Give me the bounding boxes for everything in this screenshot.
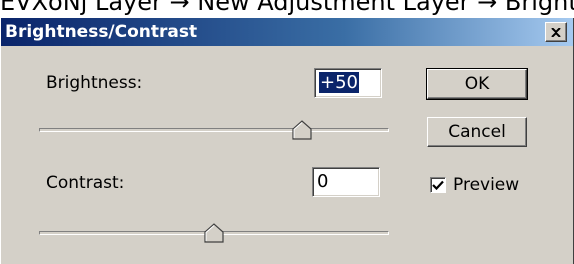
check-icon: [432, 180, 444, 190]
preview-checkbox[interactable]: [430, 177, 446, 193]
cancel-button[interactable]: Cancel: [427, 117, 527, 147]
title-bar[interactable]: Brightness/Contrast: [1, 18, 573, 46]
brightness-slider-track[interactable]: [39, 128, 389, 132]
brightness-value: +50: [319, 72, 359, 93]
ok-button[interactable]: OK: [426, 68, 528, 100]
brightness-label: Brightness:: [46, 73, 143, 93]
contrast-label: Contrast:: [46, 173, 125, 193]
close-button[interactable]: [545, 22, 567, 42]
contrast-value: 0: [317, 171, 329, 192]
dialog-title: Brightness/Contrast: [5, 22, 198, 42]
contrast-slider-thumb[interactable]: [204, 223, 224, 243]
contrast-field[interactable]: 0: [312, 167, 380, 197]
brightness-slider-thumb[interactable]: [292, 120, 312, 140]
brightness-contrast-dialog: Brightness/Contrast Brightness: +50 Cont…: [0, 18, 574, 264]
menu-path-caption: EVXoNj Layer → New Adjustment Layer → Br…: [0, 0, 574, 16]
brightness-field[interactable]: +50: [314, 68, 382, 98]
close-icon: [551, 27, 561, 37]
preview-label[interactable]: Preview: [453, 175, 519, 195]
